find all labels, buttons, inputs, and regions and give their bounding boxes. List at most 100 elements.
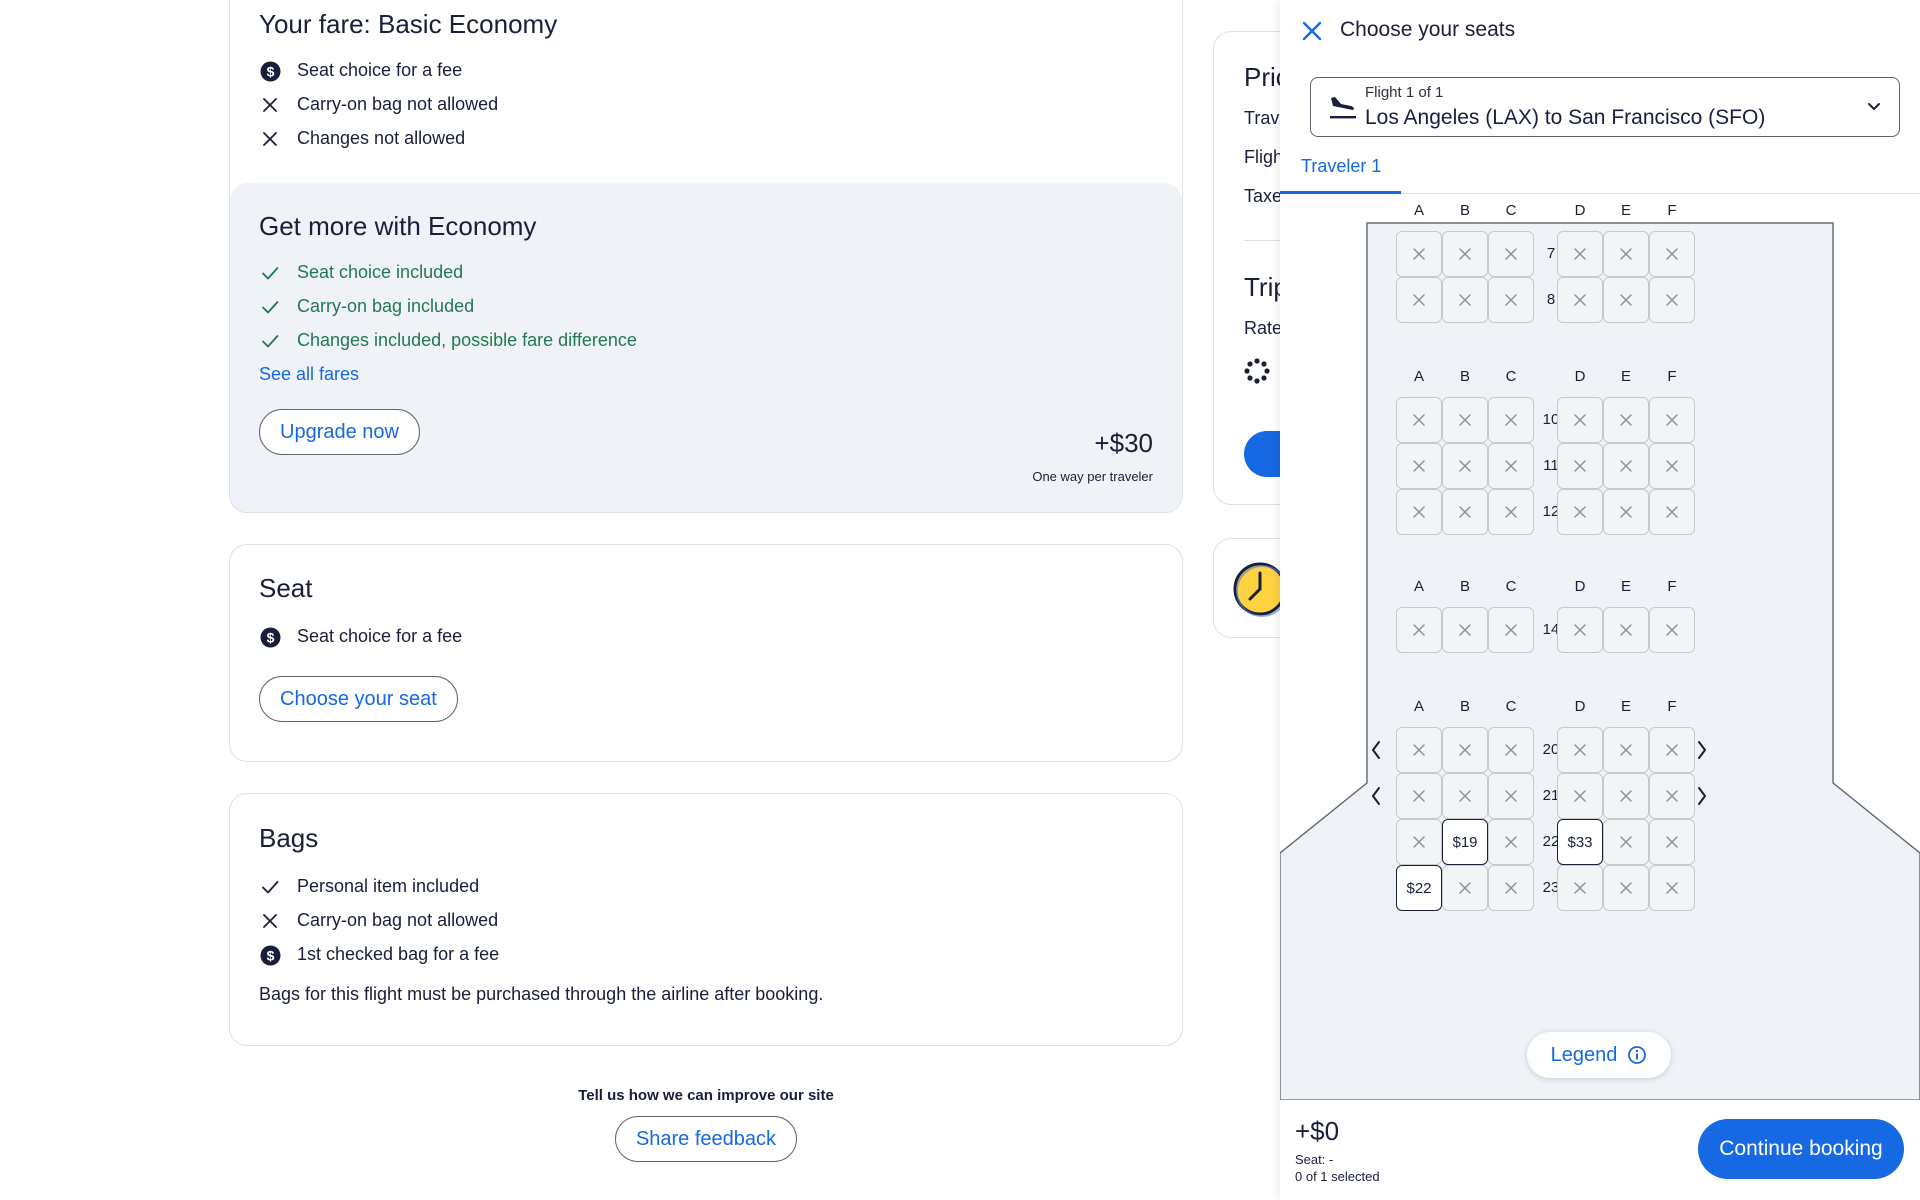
seat-unavailable[interactable]	[1488, 773, 1534, 819]
check-icon	[259, 876, 281, 898]
feature-item: $ Seat choice for a fee	[259, 620, 1153, 654]
see-all-fares-link[interactable]: See all fares	[259, 364, 359, 384]
seat-unavailable[interactable]	[1603, 773, 1649, 819]
seat-unavailable[interactable]	[1442, 727, 1488, 773]
seat-unavailable[interactable]	[1557, 607, 1603, 653]
seat-unavailable[interactable]	[1396, 727, 1442, 773]
tab-traveler-1[interactable]: Traveler 1	[1280, 148, 1401, 194]
seat-unavailable[interactable]	[1649, 607, 1695, 653]
seat-unavailable[interactable]	[1396, 277, 1442, 323]
seat-unavailable[interactable]	[1396, 443, 1442, 489]
flight-route: Los Angeles (LAX) to San Francisco (SFO)	[1365, 106, 1766, 129]
column-label: C	[1505, 578, 1517, 595]
upgrade-now-button[interactable]: Upgrade now	[259, 409, 420, 456]
seat-unavailable[interactable]	[1488, 443, 1534, 489]
seat-unavailable[interactable]	[1557, 231, 1603, 277]
seat-unavailable[interactable]	[1603, 277, 1649, 323]
seat-unavailable[interactable]	[1442, 607, 1488, 653]
seat-section-title: Seat	[259, 573, 313, 603]
seat-unavailable[interactable]	[1649, 773, 1695, 819]
continue-booking-button[interactable]: Continue booking	[1698, 1119, 1904, 1179]
seat-unavailable[interactable]	[1649, 865, 1695, 911]
seat-unavailable[interactable]	[1488, 231, 1534, 277]
feedback-section: Tell us how we can improve our site Shar…	[229, 1087, 1183, 1162]
seat-unavailable[interactable]	[1557, 773, 1603, 819]
seat-unavailable[interactable]	[1557, 727, 1603, 773]
seat-unavailable[interactable]	[1603, 607, 1649, 653]
seat-unavailable[interactable]	[1442, 489, 1488, 535]
seat-unavailable[interactable]	[1649, 397, 1695, 443]
x-icon	[1573, 505, 1587, 519]
seat-unavailable[interactable]	[1442, 397, 1488, 443]
exit-row-left-icon	[1366, 738, 1386, 762]
seat-available[interactable]: $19	[1442, 819, 1488, 865]
seat-unavailable[interactable]	[1603, 819, 1649, 865]
seat-unavailable[interactable]	[1603, 727, 1649, 773]
flight-select[interactable]: Flight 1 of 1 Los Angeles (LAX) to San F…	[1310, 77, 1900, 137]
seat-unavailable[interactable]	[1442, 443, 1488, 489]
seat-unavailable[interactable]	[1488, 277, 1534, 323]
x-icon	[1619, 835, 1633, 849]
seat-unavailable[interactable]	[1603, 489, 1649, 535]
x-icon	[1504, 247, 1518, 261]
seat-unavailable[interactable]	[1557, 277, 1603, 323]
dollar-circle-icon: $	[259, 626, 281, 648]
share-feedback-button[interactable]: Share feedback	[614, 1116, 798, 1162]
seat-unavailable[interactable]	[1649, 489, 1695, 535]
seat-unavailable[interactable]	[1396, 607, 1442, 653]
choose-your-seat-button[interactable]: Choose your seat	[259, 676, 458, 723]
seat-unavailable[interactable]	[1557, 489, 1603, 535]
loading-spinner-icon	[1244, 358, 1270, 389]
x-icon	[259, 94, 281, 116]
seat-unavailable[interactable]	[1442, 773, 1488, 819]
feature-text: Changes not allowed	[297, 128, 466, 149]
x-icon	[1665, 247, 1679, 261]
seat-unavailable[interactable]	[1488, 819, 1534, 865]
seat-unavailable[interactable]	[1396, 231, 1442, 277]
seat-unavailable[interactable]	[1488, 865, 1534, 911]
x-icon	[1619, 247, 1633, 261]
x-icon	[1573, 459, 1587, 473]
x-icon	[1665, 835, 1679, 849]
seat-unavailable[interactable]	[1649, 819, 1695, 865]
column-label: D	[1574, 202, 1586, 219]
x-icon	[1412, 623, 1426, 637]
column-label: B	[1459, 578, 1470, 595]
seat-unavailable[interactable]	[1649, 277, 1695, 323]
seat-unavailable[interactable]	[1442, 865, 1488, 911]
seat-unavailable[interactable]	[1649, 231, 1695, 277]
flight-count: Flight 1 of 1	[1365, 84, 1444, 101]
seat-unavailable[interactable]	[1557, 397, 1603, 443]
column-label: A	[1413, 202, 1424, 219]
seat-available[interactable]: $33	[1557, 819, 1603, 865]
seat-available[interactable]: $22	[1396, 865, 1442, 911]
seat-unavailable[interactable]	[1396, 819, 1442, 865]
seat-unavailable[interactable]	[1442, 277, 1488, 323]
seat-unavailable[interactable]	[1649, 727, 1695, 773]
seat-unavailable[interactable]	[1488, 607, 1534, 653]
feature-text: Carry-on bag not allowed	[297, 910, 499, 931]
info-icon	[1627, 1045, 1647, 1065]
x-icon	[1504, 459, 1518, 473]
x-icon	[1665, 413, 1679, 427]
seat-unavailable[interactable]	[1396, 773, 1442, 819]
x-icon	[1619, 881, 1633, 895]
seat-unavailable[interactable]	[1396, 489, 1442, 535]
seat-unavailable[interactable]	[1603, 443, 1649, 489]
seat-unavailable[interactable]	[1603, 865, 1649, 911]
seat-unavailable[interactable]	[1488, 489, 1534, 535]
close-icon[interactable]	[1300, 19, 1324, 43]
column-label: C	[1505, 202, 1517, 219]
x-icon	[1504, 293, 1518, 307]
seat-unavailable[interactable]	[1488, 727, 1534, 773]
seat-unavailable[interactable]	[1396, 397, 1442, 443]
x-icon	[1504, 505, 1518, 519]
seat-unavailable[interactable]	[1603, 231, 1649, 277]
seat-unavailable[interactable]	[1649, 443, 1695, 489]
seat-unavailable[interactable]	[1557, 865, 1603, 911]
legend-button[interactable]: Legend	[1527, 1032, 1671, 1078]
seat-unavailable[interactable]	[1442, 231, 1488, 277]
seat-unavailable[interactable]	[1557, 443, 1603, 489]
seat-unavailable[interactable]	[1488, 397, 1534, 443]
seat-unavailable[interactable]	[1603, 397, 1649, 443]
